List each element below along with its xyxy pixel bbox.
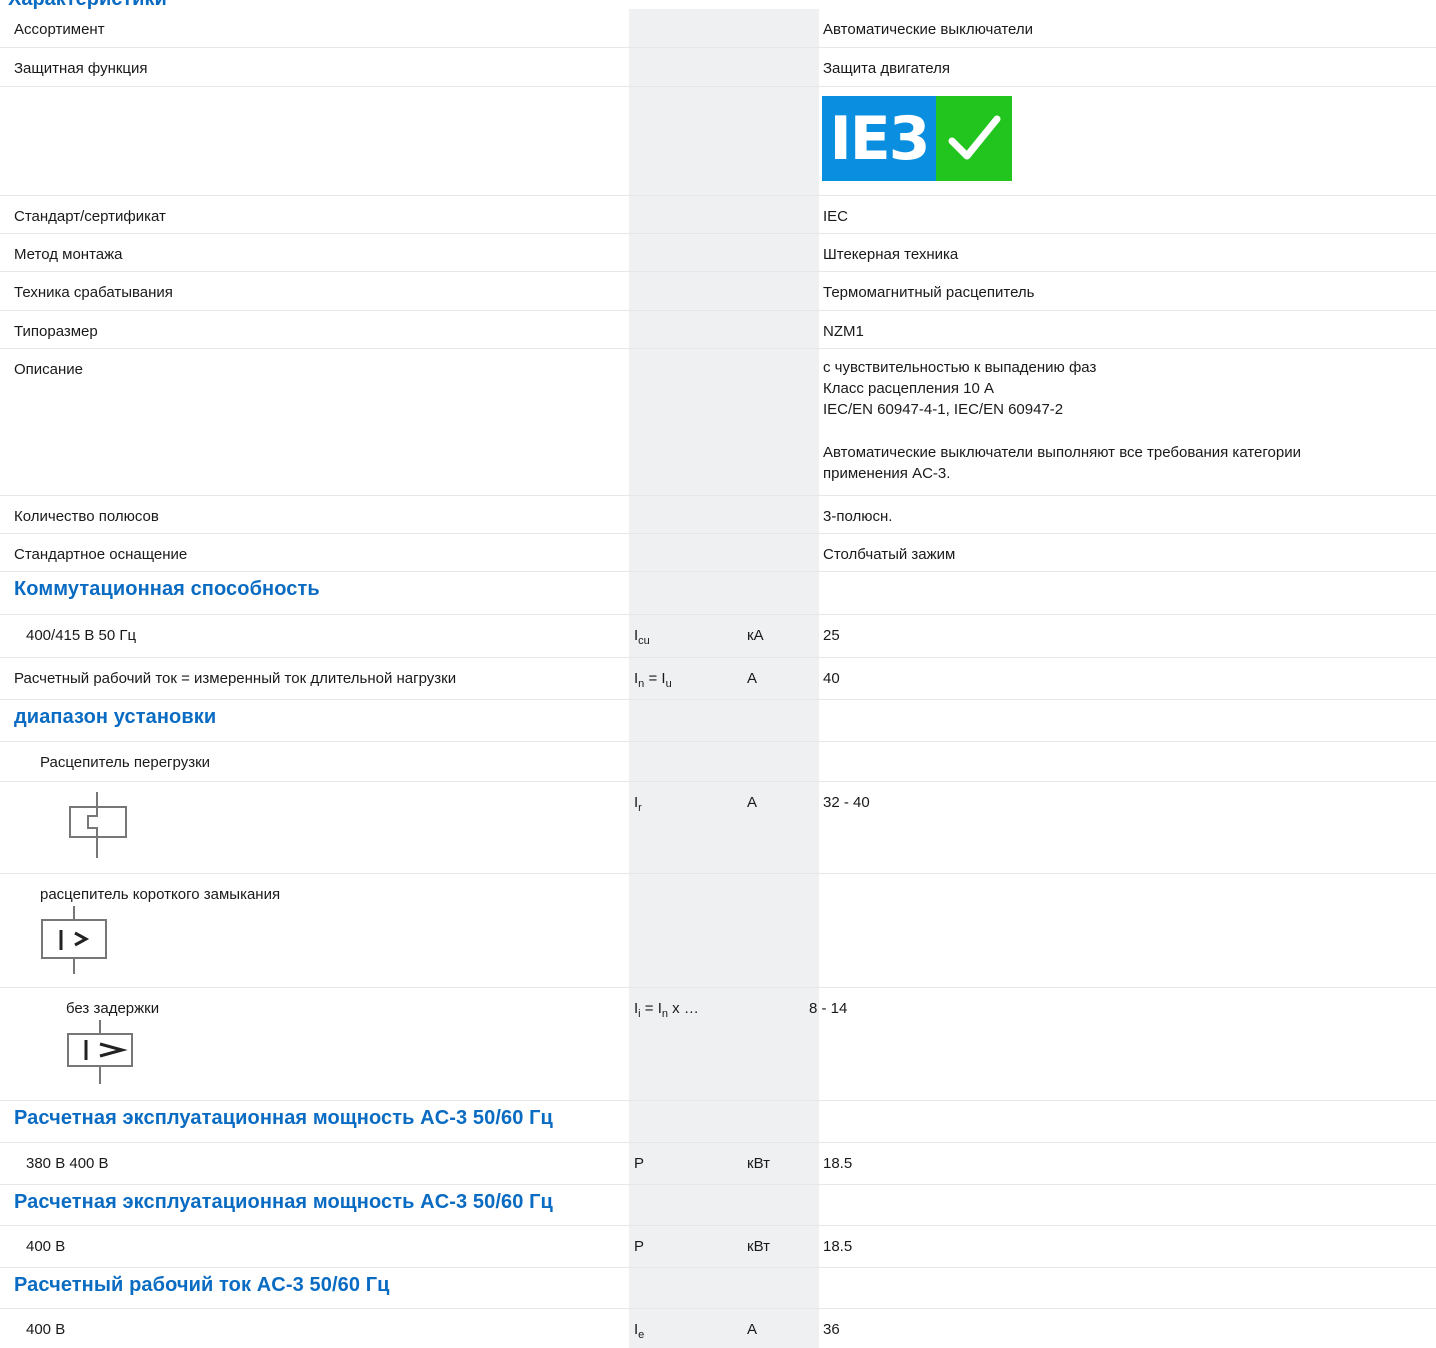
row-description: Описание с чувствительностью к выпадению…	[0, 349, 1436, 496]
short-circuit-release-icon	[41, 906, 107, 974]
rated-current-unit: A	[747, 670, 758, 687]
row-overload-release: Ir A 32 - 40	[0, 782, 1436, 874]
current-ac3-label: 400 В	[26, 1321, 66, 1338]
protective-function-value: Защита двигателя	[823, 60, 951, 77]
instantaneous-symbol: Ii = In x …	[634, 1000, 699, 1020]
row-tripping: Техника срабатывания Термомагнитный расц…	[0, 272, 1436, 311]
row-frame-size: Типоразмер NZM1	[0, 311, 1436, 349]
instantaneous-value: 8 - 14	[809, 1000, 848, 1017]
standard-equipment-value: Столбчатый зажим	[823, 546, 956, 563]
switching-unit: кА	[747, 627, 764, 644]
power-value: 18.5	[823, 1238, 853, 1255]
tripping-label: Техника срабатывания	[14, 284, 173, 301]
section-rated-current-ac3: Расчетный рабочий ток AC-3 50/60 Гц	[0, 1268, 1436, 1309]
description-line: применения AC-3.	[823, 465, 951, 482]
standard-value: IEC	[823, 208, 849, 225]
row-standard: Стандарт/сертификат IEC	[0, 196, 1436, 234]
switching-symbol: Icu	[634, 627, 650, 647]
protective-function-label: Защитная функция	[14, 60, 148, 77]
ie3-badge-text: IE3	[822, 96, 936, 181]
section-setting-range: диапазон установки	[0, 700, 1436, 742]
section-heading: Расчетный рабочий ток AC-3 50/60 Гц	[14, 1274, 390, 1296]
section-switching-capacity: Коммутационная способность	[0, 572, 1436, 615]
power-label: 400 В	[26, 1238, 66, 1255]
row-rated-current: Расчетный рабочий ток = измеренный ток д…	[0, 658, 1436, 700]
description-line: с чувствительностью к выпадению фаз	[823, 359, 1097, 376]
power-unit: кВт	[747, 1238, 770, 1255]
overload-unit: A	[747, 794, 758, 811]
current-ac3-symbol: Ie	[634, 1321, 645, 1341]
current-ac3-value: 36	[823, 1321, 840, 1338]
row-power-380-400: 380 В 400 В P кВт 18.5	[0, 1143, 1436, 1185]
row-power-400: 400 В P кВт 18.5	[0, 1226, 1436, 1268]
description-value: с чувствительностью к выпадению фаз Клас…	[823, 357, 1301, 484]
row-mounting: Метод монтажа Штекерная техника	[0, 234, 1436, 272]
checkmark-icon	[936, 96, 1012, 181]
power-unit: кВт	[747, 1155, 770, 1172]
mounting-label: Метод монтажа	[14, 246, 123, 263]
frame-size-value: NZM1	[823, 323, 864, 340]
section-heading: диапазон установки	[14, 706, 217, 728]
assortment-label: Ассортимент	[14, 21, 105, 38]
poles-label: Количество полюсов	[14, 508, 159, 525]
section-heading: Коммутационная способность	[14, 578, 320, 600]
poles-value: 3-полюсн.	[823, 508, 893, 525]
standard-label: Стандарт/сертификат	[14, 208, 166, 225]
current-ac3-unit: A	[747, 1321, 758, 1338]
row-overload-release-heading: Расцепитель перегрузки	[0, 742, 1436, 782]
standard-equipment-label: Стандартное оснащение	[14, 546, 188, 563]
tripping-value: Термомагнитный расцепитель	[823, 284, 1035, 301]
row-poles: Количество полюсов 3-полюсн.	[0, 496, 1436, 534]
thermal-release-icon	[69, 792, 127, 858]
rated-current-label: Расчетный рабочий ток = измеренный ток д…	[14, 670, 457, 687]
mounting-value: Штекерная техника	[823, 246, 959, 263]
row-instantaneous-release: без задержки Ii = In x … 8 - 14	[0, 988, 1436, 1101]
assortment-value: Автоматические выключатели	[823, 21, 1034, 38]
instantaneous-label: без задержки	[66, 1000, 160, 1017]
power-label: 380 В 400 В	[26, 1155, 109, 1172]
page-title-fragment: Характеристики	[0, 0, 1436, 9]
row-ie3-badge: IE3	[0, 87, 1436, 196]
overload-value: 32 - 40	[823, 794, 870, 811]
section-rated-power-2: Расчетная эксплуатационная мощность AC-3…	[0, 1185, 1436, 1226]
row-standard-equipment: Стандартное оснащение Столбчатый зажим	[0, 534, 1436, 572]
section-heading: Расчетная эксплуатационная мощность AC-3…	[14, 1191, 553, 1213]
short-circuit-label: расцепитель короткого замыкания	[40, 886, 281, 903]
description-label: Описание	[14, 361, 84, 378]
description-line: Автоматические выключатели выполняют все…	[823, 444, 1301, 461]
row-protective-function: Защитная функция Защита двигателя	[0, 48, 1436, 87]
description-line: Класс расцепления 10 A	[823, 380, 994, 397]
overload-symbol: Ir	[634, 794, 642, 814]
power-symbol: P	[634, 1155, 645, 1172]
frame-size-label: Типоразмер	[14, 323, 98, 340]
row-short-circuit-release: расцепитель короткого замыкания	[0, 874, 1436, 988]
description-line: IEC/EN 60947-4-1, IEC/EN 60947-2	[823, 401, 1064, 418]
rated-current-value: 40	[823, 670, 840, 687]
ie3-badge: IE3	[822, 96, 1012, 181]
rated-current-symbol: In = Iu	[634, 670, 672, 690]
power-symbol: P	[634, 1238, 645, 1255]
row-switching-400v: 400/415 В 50 Гц Icu кА 25	[0, 615, 1436, 658]
section-rated-power-1: Расчетная эксплуатационная мощность AC-3…	[0, 1101, 1436, 1143]
instantaneous-release-icon	[67, 1020, 133, 1084]
page-title: Характеристики	[8, 0, 167, 9]
row-current-400: 400 В Ie A 36	[0, 1309, 1436, 1348]
overload-release-label: Расцепитель перегрузки	[40, 754, 211, 771]
switching-label: 400/415 В 50 Гц	[26, 627, 137, 644]
section-heading: Расчетная эксплуатационная мощность AC-3…	[14, 1107, 553, 1129]
power-value: 18.5	[823, 1155, 853, 1172]
row-assortment: Ассортимент Автоматические выключатели	[0, 9, 1436, 48]
switching-value: 25	[823, 627, 840, 644]
